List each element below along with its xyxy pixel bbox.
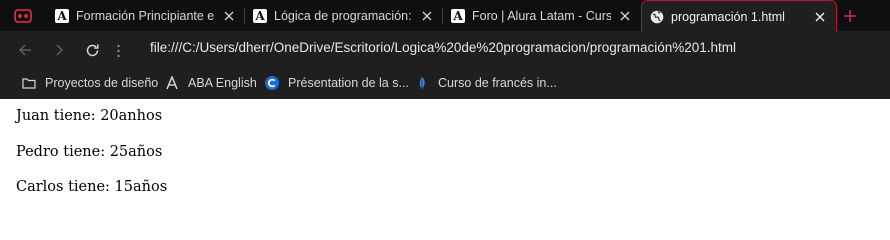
- globe-icon: [650, 10, 664, 24]
- folder-icon: [22, 76, 36, 90]
- bookmark-proyectos[interactable]: Proyectos de diseño: [22, 74, 158, 92]
- forward-arrow-icon[interactable]: [48, 39, 70, 61]
- tab-label: programación 1.html: [671, 9, 785, 24]
- bookmark-aba-english[interactable]: ABA English: [165, 74, 257, 92]
- reload-icon[interactable]: [81, 39, 103, 61]
- paragraph-juan: Juan tiene: 20anhos: [16, 108, 163, 124]
- paragraph-pedro: Pedro tiene: 25años: [16, 144, 163, 160]
- new-tab-button[interactable]: [840, 6, 860, 26]
- bookmark-label: ABA English: [188, 76, 257, 90]
- alura-favicon-icon: A: [55, 8, 69, 23]
- leaf-icon: [415, 76, 429, 90]
- site-info-icon[interactable]: [117, 43, 120, 58]
- c-logo-icon: [265, 76, 279, 90]
- bookmark-curso-frances[interactable]: Curso de francés in...: [415, 74, 557, 92]
- paragraph-carlos: Carlos tiene: 15años: [16, 179, 168, 195]
- bookmark-label: Proyectos de diseño: [45, 76, 159, 90]
- alura-favicon-icon: A: [253, 8, 267, 23]
- tab-foro[interactable]: A Foro | Alura Latam - Cursos: [443, 0, 641, 31]
- close-icon[interactable]: [812, 9, 828, 25]
- tab-strip: A Formación Principiante en P A Lógica d…: [0, 0, 890, 32]
- browser-chrome: A Formación Principiante en P A Lógica d…: [0, 0, 890, 99]
- tab-logica[interactable]: A Lógica de programación: Pr: [245, 0, 443, 31]
- bookmark-label: Présentation de la s...: [288, 76, 409, 90]
- sidebar-toggle-icon[interactable]: [8, 6, 38, 26]
- page-content: Juan tiene: 20anhos Pedro tiene: 25años …: [0, 99, 890, 224]
- alura-favicon-icon: A: [451, 8, 465, 23]
- a-logo-icon: [165, 76, 179, 90]
- address-bar[interactable]: file:///C:/Users/dherr/OneDrive/Escritor…: [150, 40, 736, 55]
- tab-label: Formación Principiante en P: [76, 8, 215, 23]
- tab-formacion[interactable]: A Formación Principiante en P: [47, 0, 245, 31]
- toolbar: file:///C:/Users/dherr/OneDrive/Escritor…: [0, 31, 890, 68]
- tab-label: Lógica de programación: Pr: [274, 8, 413, 23]
- close-icon[interactable]: [617, 8, 633, 24]
- back-arrow-icon[interactable]: [14, 39, 36, 61]
- close-icon[interactable]: [419, 8, 435, 24]
- tab-programacion-active[interactable]: programación 1.html: [641, 0, 837, 32]
- tab-label: Foro | Alura Latam - Cursos: [472, 8, 611, 23]
- bookmark-label: Curso de francés in...: [438, 76, 557, 90]
- bookmark-presentation[interactable]: Présentation de la s...: [265, 74, 409, 92]
- bookmarks-bar: Proyectos de diseño ABA English Présenta…: [0, 68, 890, 99]
- close-icon[interactable]: [221, 8, 237, 24]
